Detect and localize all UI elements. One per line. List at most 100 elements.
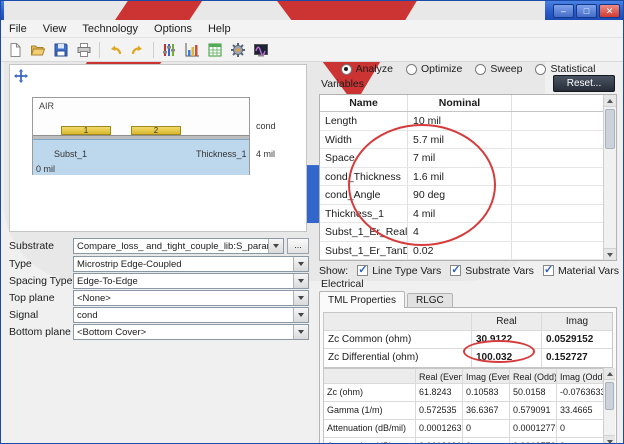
scroll-up-icon[interactable]	[604, 95, 616, 107]
save-button[interactable]	[51, 40, 71, 60]
checkbox-material-vars[interactable]: ✓ Material Vars	[543, 265, 619, 277]
scroll-down-icon[interactable]	[604, 435, 615, 444]
electrical-title: Electrical	[321, 278, 364, 290]
result-value: 0.000126314	[416, 420, 463, 437]
results-button[interactable]	[205, 40, 225, 60]
app-window: cild_1 [Compare_loss_ and_tight_couple_l…	[0, 0, 624, 444]
spacing-type-select[interactable]: Edge-To-Edge	[73, 273, 309, 289]
reset-button[interactable]: Reset...	[553, 75, 615, 92]
new-file-button[interactable]	[5, 40, 25, 60]
table-row: Thickness_14 mil	[320, 205, 616, 224]
open-button[interactable]	[28, 40, 48, 60]
optimize-button[interactable]	[228, 40, 248, 60]
variables-scrollbar[interactable]	[603, 95, 616, 260]
minimize-button[interactable]: –	[553, 4, 574, 18]
electrical-scrollbar[interactable]	[603, 368, 615, 444]
var-nominal-cell[interactable]: 90 deg	[408, 186, 512, 204]
substrate-browse-button[interactable]: ...	[287, 238, 309, 254]
result-value: 0	[557, 420, 604, 437]
mode-optimize[interactable]: Optimize	[406, 63, 462, 75]
substrate-label: Substrate	[9, 240, 73, 252]
top-plane-select[interactable]: <None>	[73, 290, 309, 306]
column-header-nominal: Nominal	[408, 95, 512, 111]
bottom-plane-label: Bottom plane	[9, 326, 73, 338]
var-name-cell: Length	[320, 112, 408, 130]
var-name-cell: Subst_1_Er_TanD	[320, 242, 408, 260]
pan-icon[interactable]	[14, 69, 28, 83]
result-value: 50.0158	[510, 384, 557, 401]
bottom-plane-select[interactable]: <Bottom Cover>	[73, 324, 309, 340]
cross-section-preview: AIR 1 2 Subst_1 Thickness_1 cond 4 mil 0…	[9, 64, 307, 232]
column-header-imag-odd: Imag (Odd)	[557, 369, 604, 383]
menu-technology[interactable]: Technology	[74, 21, 146, 37]
chevron-down-icon[interactable]	[293, 308, 308, 322]
scrollbar-thumb[interactable]	[605, 109, 615, 149]
var-nominal-cell[interactable]: 10 mil	[408, 112, 512, 130]
result-value: 33.4665	[557, 402, 604, 419]
tab-rlgc[interactable]: RLGC	[407, 293, 453, 308]
close-button[interactable]: ✕	[599, 4, 620, 18]
toolbar	[1, 38, 623, 62]
scroll-down-icon[interactable]	[604, 248, 616, 260]
spacing-type-label: Spacing Type	[9, 275, 73, 287]
mode-statistical[interactable]: Statistical	[535, 63, 595, 75]
column-header-real-even: Real (Even)	[416, 369, 463, 383]
chevron-down-icon[interactable]	[268, 239, 283, 253]
open-folder-icon	[30, 42, 46, 58]
thickness-value-label: 4 mil	[256, 149, 275, 159]
result-label: Attenuation (dB/mil)	[324, 420, 416, 437]
scroll-up-icon[interactable]	[604, 368, 615, 380]
tune-button[interactable]	[159, 40, 179, 60]
tab-tml-properties[interactable]: TML Properties	[319, 291, 405, 308]
thickness-label: Thickness_1	[196, 149, 247, 159]
menu-help[interactable]: Help	[200, 21, 239, 37]
chevron-down-icon[interactable]	[293, 274, 308, 288]
redo-button[interactable]	[128, 40, 148, 60]
type-select[interactable]: Microstrip Edge-Coupled	[73, 256, 309, 272]
undo-button[interactable]	[105, 40, 125, 60]
signal-select[interactable]: cond	[73, 307, 309, 323]
var-nominal-cell[interactable]: 4 mil	[408, 205, 512, 223]
var-nominal-cell[interactable]: 5.7 mil	[408, 131, 512, 149]
var-nominal-cell[interactable]: 4	[408, 223, 512, 241]
checkbox-line-type-vars[interactable]: ✓ Line Type Vars	[357, 265, 441, 277]
chevron-down-icon[interactable]	[293, 291, 308, 305]
display-button[interactable]	[251, 40, 271, 60]
show-label: Show:	[319, 265, 348, 277]
header-cell-blank	[324, 313, 472, 330]
impedance-table: Real Imag Zc Common (ohm) 30.9122 0.0529…	[323, 312, 613, 368]
checkbox-checked-icon: ✓	[543, 265, 554, 276]
var-nominal-cell[interactable]: 0.02	[408, 242, 512, 260]
mode-sweep[interactable]: Sweep	[475, 63, 522, 75]
result-value: 36.6367	[463, 402, 510, 419]
var-name-cell: Space	[320, 149, 408, 167]
table-row: Zc (ohm) 61.8243 0.10583 50.0158 -0.0763…	[324, 384, 604, 402]
chevron-down-icon[interactable]	[293, 325, 308, 339]
result-value: 0.0012776	[510, 438, 557, 444]
chevron-down-icon[interactable]	[293, 257, 308, 271]
titlebar[interactable]: cild_1 [Compare_loss_ and_tight_couple_l…	[1, 1, 623, 20]
column-header-real-odd: Real (Odd)	[510, 369, 557, 383]
table-row: Gamma (1/m) 0.572535 36.6367 0.579091 33…	[324, 402, 604, 420]
table-row: Zc Differential (ohm) 100.032 0.152727	[324, 349, 612, 367]
mode-analyze[interactable]: Analyze	[341, 63, 393, 75]
cond-label: cond	[256, 121, 276, 131]
checkbox-substrate-vars[interactable]: ✓ Substrate Vars	[450, 265, 534, 277]
undo-icon	[107, 42, 123, 58]
table-row: Attenuation (dB) 0.00126314 0 0.0012776 …	[324, 438, 604, 444]
scrollbar-thumb[interactable]	[605, 382, 614, 410]
print-button[interactable]	[74, 40, 94, 60]
maximize-button[interactable]: □	[576, 4, 597, 18]
menu-view[interactable]: View	[35, 21, 75, 37]
table-row: cond_Thickness1.6 mil	[320, 168, 616, 187]
var-nominal-cell[interactable]: 7 mil	[408, 149, 512, 167]
substrate-select[interactable]: Compare_loss_ and_tight_couple_lib:S_par…	[73, 238, 284, 254]
menu-file[interactable]: File	[1, 21, 35, 37]
var-nominal-cell[interactable]: 1.6 mil	[408, 168, 512, 186]
var-name-cell: Subst_1_Er_Real	[320, 223, 408, 241]
menu-options[interactable]: Options	[146, 21, 200, 37]
column-header-imag: Imag	[542, 313, 612, 330]
column-header-real: Real	[472, 313, 542, 330]
top-plane-value: <None>	[77, 293, 111, 304]
plot-button[interactable]	[182, 40, 202, 60]
